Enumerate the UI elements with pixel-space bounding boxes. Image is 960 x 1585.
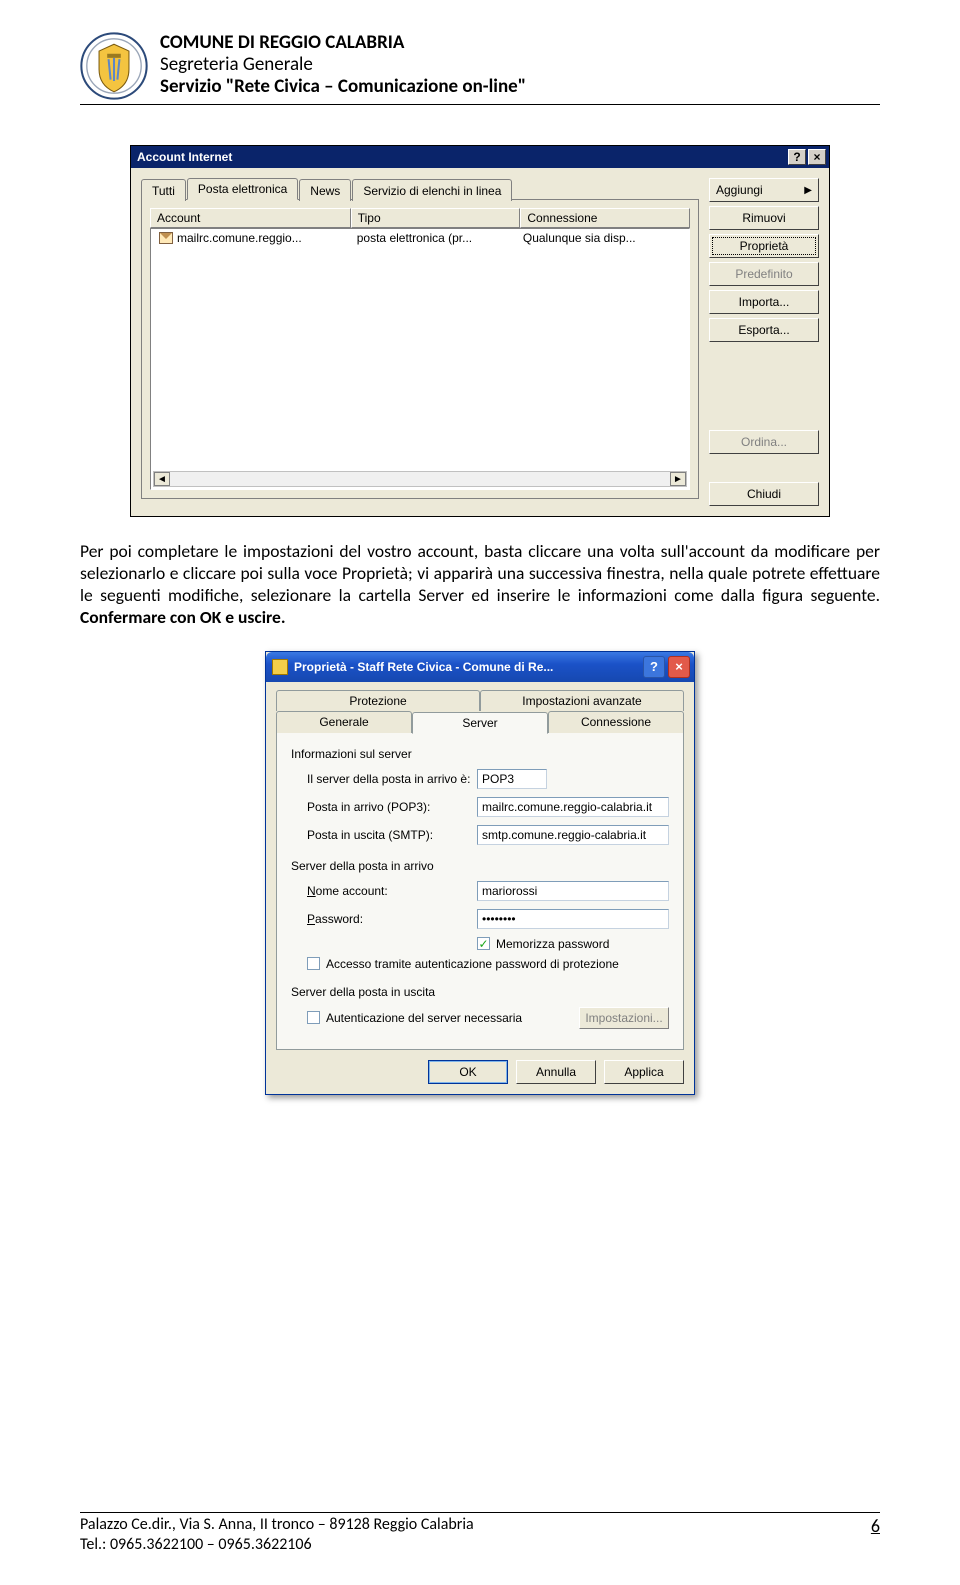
dept-name: Segreteria Generale xyxy=(160,54,526,76)
footer-address: Palazzo Ce.dir., Via S. Anna, II tronco … xyxy=(80,1515,474,1535)
window-icon xyxy=(272,659,288,675)
header-divider xyxy=(80,104,880,105)
chiudi-button[interactable]: Chiudi xyxy=(709,482,819,506)
tab-servizio-elenchi[interactable]: Servizio di elenchi in linea xyxy=(352,179,512,201)
predefinito-button: Predefinito xyxy=(709,262,819,286)
dialog-title: Proprietà - Staff Rete Civica - Comune d… xyxy=(294,660,553,674)
smtp-input[interactable]: smtp.comune.reggio-calabria.it xyxy=(477,825,669,845)
help-button[interactable]: ? xyxy=(788,149,806,165)
annulla-button[interactable]: Annulla xyxy=(516,1060,596,1084)
footer-telephone: Tel.: 0965.3622100 – 0965.3622106 xyxy=(80,1535,474,1555)
impostazioni-button: Impostazioni... xyxy=(579,1007,669,1029)
remember-password-label: Memorizza password xyxy=(496,937,609,951)
proprieta-button[interactable]: Proprietà xyxy=(709,234,819,258)
ordina-button: Ordina... xyxy=(709,430,819,454)
tab-server[interactable]: Server xyxy=(412,712,548,734)
tab-bar: Protezione Impostazioni avanzate General… xyxy=(276,690,684,733)
municipal-crest-icon xyxy=(80,32,148,100)
scroll-left-icon[interactable]: ◄ xyxy=(154,472,170,486)
scroll-right-icon[interactable]: ► xyxy=(670,472,686,486)
server-tab-panel: Informazioni sul server Il server della … xyxy=(276,732,684,1050)
aggiungi-button[interactable]: Aggiungi ▶ xyxy=(709,178,819,202)
page-number: 6 xyxy=(871,1515,880,1537)
secure-auth-label: Accesso tramite autenticazione password … xyxy=(326,957,619,971)
help-button[interactable]: ? xyxy=(643,656,665,678)
tab-generale[interactable]: Generale xyxy=(276,711,412,733)
secure-auth-checkbox[interactable] xyxy=(307,957,320,970)
chevron-right-icon: ▶ xyxy=(804,185,812,196)
outgoing-auth-checkbox[interactable] xyxy=(307,1011,320,1024)
tab-posta-elettronica[interactable]: Posta elettronica xyxy=(187,178,298,200)
dialog-titlebar[interactable]: Account Internet ? × xyxy=(131,146,829,168)
footer-divider xyxy=(80,1512,880,1513)
close-button[interactable]: × xyxy=(668,656,690,678)
dialog-title: Account Internet xyxy=(137,150,232,164)
password-input[interactable]: •••••••• xyxy=(477,909,669,929)
server-type-input[interactable]: POP3 xyxy=(477,769,547,789)
account-name-label: Nome account: xyxy=(307,884,477,898)
ok-button[interactable]: OK xyxy=(428,1060,508,1084)
cell-connessione: Qualunque sia disp... xyxy=(519,230,685,246)
esporta-button[interactable]: Esporta... xyxy=(709,318,819,342)
group-server-info: Informazioni sul server xyxy=(291,747,669,761)
column-tipo[interactable]: Tipo xyxy=(351,208,521,228)
pop3-label: Posta in arrivo (POP3): xyxy=(307,800,477,814)
tab-connessione[interactable]: Connessione xyxy=(548,711,684,733)
instruction-paragraph: Per poi completare le impostazioni del v… xyxy=(80,541,880,629)
service-name: Servizio "Rete Civica – Comunicazione on… xyxy=(160,76,526,98)
group-incoming-server: Server della posta in arrivo xyxy=(291,859,669,873)
rimuovi-button[interactable]: Rimuovi xyxy=(709,206,819,230)
tab-tutti[interactable]: Tutti xyxy=(141,179,186,201)
org-name: COMUNE DI REGGIO CALABRIA xyxy=(160,32,526,54)
tab-impostazioni-avanzate[interactable]: Impostazioni avanzate xyxy=(480,690,684,711)
paragraph-text: Per poi completare le impostazioni del v… xyxy=(80,540,880,606)
group-outgoing-server: Server della posta in uscita xyxy=(291,985,669,999)
tab-news[interactable]: News xyxy=(299,179,351,201)
account-name-input[interactable]: mariorossi xyxy=(477,881,669,901)
account-list[interactable]: mailrc.comune.reggio... posta elettronic… xyxy=(150,228,690,490)
tab-bar: Tutti Posta elettronica News Servizio di… xyxy=(141,178,699,200)
header-text: COMUNE DI REGGIO CALABRIA Segreteria Gen… xyxy=(160,32,526,98)
document-header: COMUNE DI REGGIO CALABRIA Segreteria Gen… xyxy=(80,32,880,100)
properties-dialog: Proprietà - Staff Rete Civica - Comune d… xyxy=(265,651,695,1095)
password-label: Password: xyxy=(307,912,477,926)
smtp-label: Posta in uscita (SMTP): xyxy=(307,828,477,842)
mail-icon xyxy=(159,232,173,244)
cell-tipo: posta elettronica (pr... xyxy=(353,230,519,246)
account-internet-dialog: Account Internet ? × Tutti Posta elettro… xyxy=(130,145,830,517)
cell-account: mailrc.comune.reggio... xyxy=(177,231,302,245)
paragraph-bold: Confermare con OK e uscire. xyxy=(80,606,286,628)
column-connessione[interactable]: Connessione xyxy=(520,208,690,228)
remember-password-checkbox[interactable] xyxy=(477,937,490,950)
column-account[interactable]: Account xyxy=(150,208,351,228)
pop3-input[interactable]: mailrc.comune.reggio-calabria.it xyxy=(477,797,669,817)
tab-protezione[interactable]: Protezione xyxy=(276,690,480,711)
document-footer: Palazzo Ce.dir., Via S. Anna, II tronco … xyxy=(80,1512,880,1555)
account-list-panel: Account Tipo Connessione mailrc.comune.r… xyxy=(141,199,699,499)
dialog-titlebar[interactable]: Proprietà - Staff Rete Civica - Comune d… xyxy=(266,652,694,682)
close-button[interactable]: × xyxy=(808,149,826,165)
list-header: Account Tipo Connessione xyxy=(150,208,690,228)
account-row[interactable]: mailrc.comune.reggio... posta elettronic… xyxy=(151,229,689,247)
horizontal-scrollbar[interactable]: ◄ ► xyxy=(153,471,687,487)
importa-button[interactable]: Importa... xyxy=(709,290,819,314)
outgoing-auth-label: Autenticazione del server necessaria xyxy=(326,1011,522,1025)
applica-button[interactable]: Applica xyxy=(604,1060,684,1084)
server-type-label: Il server della posta in arrivo è: xyxy=(307,772,477,786)
